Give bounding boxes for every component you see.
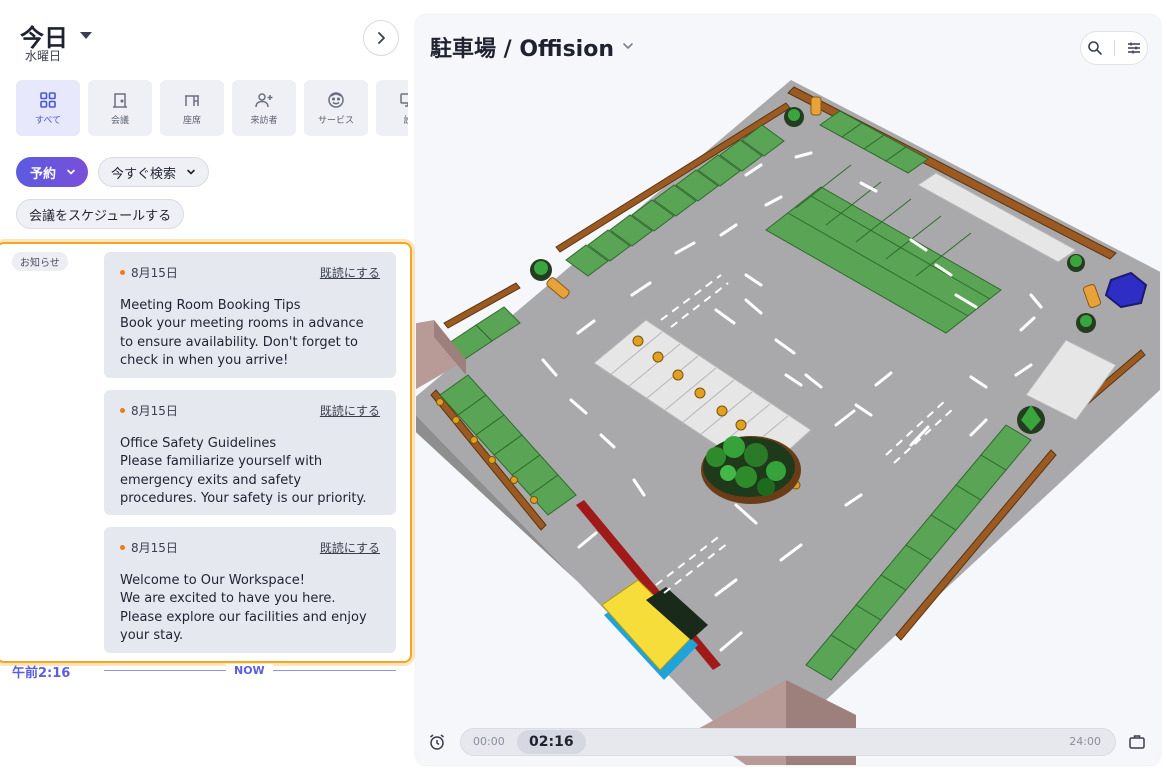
filter-sliders-icon[interactable] <box>1126 40 1142 56</box>
notice-date: 8月15日 <box>131 541 178 555</box>
unread-dot <box>120 408 125 413</box>
action-chips: 予約 今すぐ検索 <box>16 157 210 187</box>
tab-equipment[interactable]: 設 <box>376 80 408 136</box>
notice-card[interactable]: 8月15日 既読にする Meeting Room Booking Tips Bo… <box>104 252 396 378</box>
chevron-down-icon <box>67 169 75 175</box>
notice-title: Office Safety Guidelines <box>120 436 277 451</box>
left-panel: 今日 水曜日 すべて 会議 座席 来訪者 サービス 設 予約 今すぐ検索 会議を… <box>0 0 412 780</box>
weekday-label: 水曜日 <box>25 49 62 63</box>
search-icon[interactable] <box>1087 40 1103 56</box>
briefcase-icon[interactable] <box>1128 733 1146 751</box>
unread-dot <box>120 545 125 550</box>
mark-read-link[interactable]: 既読にする <box>320 402 380 419</box>
door-icon <box>113 92 127 108</box>
parking-map[interactable] <box>416 75 1160 765</box>
search-now-button[interactable]: 今すぐ検索 <box>98 157 210 187</box>
notice-card[interactable]: 8月15日 既読にする Office Safety Guidelines Ple… <box>104 390 396 515</box>
chevron-down-icon[interactable] <box>622 41 634 51</box>
reserve-label: 予約 <box>30 166 57 182</box>
alarm-clock-icon[interactable] <box>428 733 446 751</box>
tab-all[interactable]: すべて <box>16 80 80 136</box>
map-panel: 駐車場 / Offision 00:00 02:16 24:00 <box>416 15 1160 765</box>
now-time: 午前2:16 <box>12 666 71 681</box>
search-now-label: 今すぐ検索 <box>111 166 177 182</box>
timeline-current-handle[interactable]: 02:16 <box>517 730 586 754</box>
desk-icon <box>185 94 199 106</box>
tab-label: 座席 <box>182 115 201 126</box>
time-slider[interactable]: 00:00 02:16 24:00 <box>460 728 1116 756</box>
notice-date: 8月15日 <box>131 266 178 280</box>
tab-label: 来訪者 <box>250 115 278 126</box>
now-label: NOW <box>226 664 273 677</box>
reserve-button[interactable]: 予約 <box>16 157 89 187</box>
schedule-meeting-button[interactable]: 会議をスケジュールする <box>16 199 185 229</box>
notice-card[interactable]: 8月15日 既読にする Welcome to Our Workspace! We… <box>104 527 396 653</box>
category-tabs: すべて 会議 座席 来訪者 サービス 設 <box>16 80 408 136</box>
map-title[interactable]: 駐車場 / Offision <box>430 31 614 63</box>
tab-label: 会議 <box>110 115 129 126</box>
notice-title: Welcome to Our Workspace! <box>120 573 305 588</box>
map-tools <box>1080 31 1148 65</box>
tab-label: 設 <box>403 115 408 126</box>
notice-date: 8月15日 <box>131 404 178 418</box>
notice-body: Please familiarize yourself with emergen… <box>120 454 367 506</box>
notice-tag: お知らせ <box>12 252 68 271</box>
notice-body: Book your meeting rooms in advance to en… <box>120 316 364 368</box>
tab-label: すべて <box>34 115 61 126</box>
unread-dot <box>120 270 125 275</box>
notice-title: Meeting Room Booking Tips <box>120 298 301 313</box>
tab-meeting[interactable]: 会議 <box>88 80 152 136</box>
grid-icon <box>40 91 56 108</box>
chevron-down-icon <box>187 169 195 175</box>
mark-read-link[interactable]: 既読にする <box>320 539 380 556</box>
add-person-icon <box>255 92 273 107</box>
mark-read-link[interactable]: 既読にする <box>320 264 380 281</box>
chevron-down-icon[interactable] <box>80 32 92 39</box>
timeline-end: 24:00 <box>1069 735 1101 748</box>
tab-label: サービス <box>317 115 354 126</box>
monitor-icon <box>400 92 408 107</box>
chevron-right-icon <box>378 32 385 44</box>
tab-visitor[interactable]: 来訪者 <box>232 80 296 136</box>
face-icon <box>328 91 344 108</box>
expand-panel-button[interactable] <box>363 20 399 56</box>
tab-seat[interactable]: 座席 <box>160 80 224 136</box>
divider <box>1113 40 1115 56</box>
tab-service[interactable]: サービス <box>304 80 368 136</box>
schedule-meeting-label: 会議をスケジュールする <box>29 208 172 224</box>
notice-body: We are excited to have you here. Please … <box>120 591 367 643</box>
timeline-start: 00:00 <box>473 735 505 748</box>
